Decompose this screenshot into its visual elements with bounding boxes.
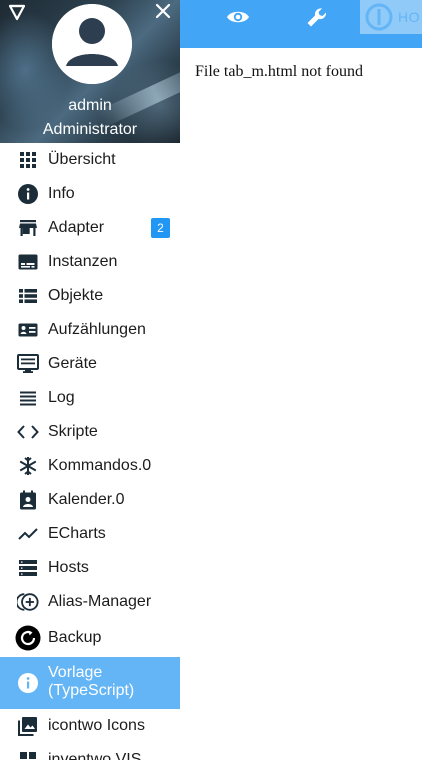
nav-label: Alias-Manager bbox=[48, 593, 152, 610]
nav-label: icontwo Icons bbox=[48, 717, 145, 734]
nav-label: Objekte bbox=[48, 287, 104, 304]
nav-item-log[interactable]: Log bbox=[0, 381, 180, 415]
nav-item-overview[interactable]: Übersicht bbox=[0, 143, 180, 177]
close-icon[interactable] bbox=[153, 1, 173, 21]
main-content: File tab_m.html not found bbox=[180, 48, 422, 760]
host-label: HO bbox=[398, 9, 420, 25]
not-found-message: File tab_m.html not found bbox=[195, 63, 363, 80]
nav-item-hosts[interactable]: Hosts bbox=[0, 551, 180, 585]
user-role: Administrator bbox=[42, 121, 138, 138]
nav-label: Skripte bbox=[48, 423, 98, 440]
image-icon bbox=[17, 715, 39, 737]
nav-item-icontwo-icons[interactable]: icontwo Icons bbox=[0, 709, 180, 743]
top-toolbar: HO bbox=[180, 0, 422, 48]
devices-icon bbox=[17, 353, 39, 375]
info-icon bbox=[17, 183, 39, 205]
code-icon bbox=[17, 421, 39, 443]
visibility-button[interactable] bbox=[218, 4, 258, 34]
nav-item-calendar[interactable]: Kalender.0 bbox=[0, 483, 180, 517]
nav-item-scripts[interactable]: Skripte bbox=[0, 415, 180, 449]
nav-item-instances[interactable]: Instanzen bbox=[0, 245, 180, 279]
calendar-icon bbox=[17, 489, 39, 511]
nav-item-devices[interactable]: Geräte bbox=[0, 347, 180, 381]
nav-item-echarts[interactable]: ECharts bbox=[0, 517, 180, 551]
nav-label: Info bbox=[48, 185, 75, 202]
nav-item-enums[interactable]: Aufzählungen bbox=[0, 313, 180, 347]
nav-label: Aufzählungen bbox=[48, 321, 146, 338]
grid-icon bbox=[17, 749, 39, 760]
nav-label: Kommandos.0 bbox=[48, 457, 152, 474]
nav-item-inventwo-vis[interactable]: inventwo VIS bbox=[0, 743, 180, 760]
nav-item-backup[interactable]: Backup bbox=[0, 619, 180, 657]
nav-label: inventwo VIS bbox=[48, 751, 142, 760]
collapse-menu-icon[interactable] bbox=[7, 3, 27, 21]
wrench-icon bbox=[306, 6, 328, 33]
nav-label: Geräte bbox=[48, 355, 97, 372]
subtitles-icon bbox=[17, 251, 39, 273]
apps-icon bbox=[17, 149, 39, 171]
host-button[interactable]: HO bbox=[360, 0, 422, 34]
nav-item-info[interactable]: Info bbox=[0, 177, 180, 211]
chart-line-icon bbox=[17, 523, 39, 545]
update-count-badge: 2 bbox=[151, 218, 170, 238]
sidebar: admin Administrator Übersicht Info Adapt… bbox=[0, 0, 180, 760]
power-icon bbox=[365, 3, 393, 36]
nav-label: Backup bbox=[48, 629, 102, 646]
nav-label: Log bbox=[48, 389, 75, 406]
nav-item-commands[interactable]: Kommandos.0 bbox=[0, 449, 180, 483]
storage-icon bbox=[17, 557, 39, 579]
user-name: admin bbox=[68, 97, 112, 114]
nav-label: Übersicht bbox=[48, 151, 116, 168]
nav-item-alias-manager[interactable]: Alias-Manager bbox=[0, 585, 180, 619]
alias-icon bbox=[17, 591, 39, 613]
nav-item-adapter[interactable]: Adapter 2 bbox=[0, 211, 180, 245]
nav-item-vorlage[interactable]: Vorlage (TypeScript) bbox=[0, 657, 180, 709]
settings-button[interactable] bbox=[297, 4, 337, 34]
backup-icon bbox=[15, 625, 41, 651]
avatar bbox=[52, 4, 132, 84]
eye-icon bbox=[226, 9, 250, 30]
nav-label: Instanzen bbox=[48, 253, 118, 270]
snowflake-icon bbox=[17, 455, 39, 477]
nav-item-objects[interactable]: Objekte bbox=[0, 279, 180, 313]
info-icon bbox=[17, 672, 39, 694]
user-header: admin Administrator bbox=[0, 0, 180, 143]
view-list-icon bbox=[17, 285, 39, 307]
nav-label: Kalender.0 bbox=[48, 491, 125, 508]
enum-icon bbox=[17, 319, 39, 341]
store-icon bbox=[17, 217, 39, 239]
nav-label: Adapter bbox=[48, 219, 105, 236]
nav-list: Übersicht Info Adapter 2 Instanzen Objek… bbox=[0, 143, 180, 760]
nav-label: ECharts bbox=[48, 525, 106, 542]
nav-label: Hosts bbox=[48, 559, 89, 576]
log-icon bbox=[17, 387, 39, 409]
nav-label: Vorlage (TypeScript) bbox=[48, 664, 135, 699]
